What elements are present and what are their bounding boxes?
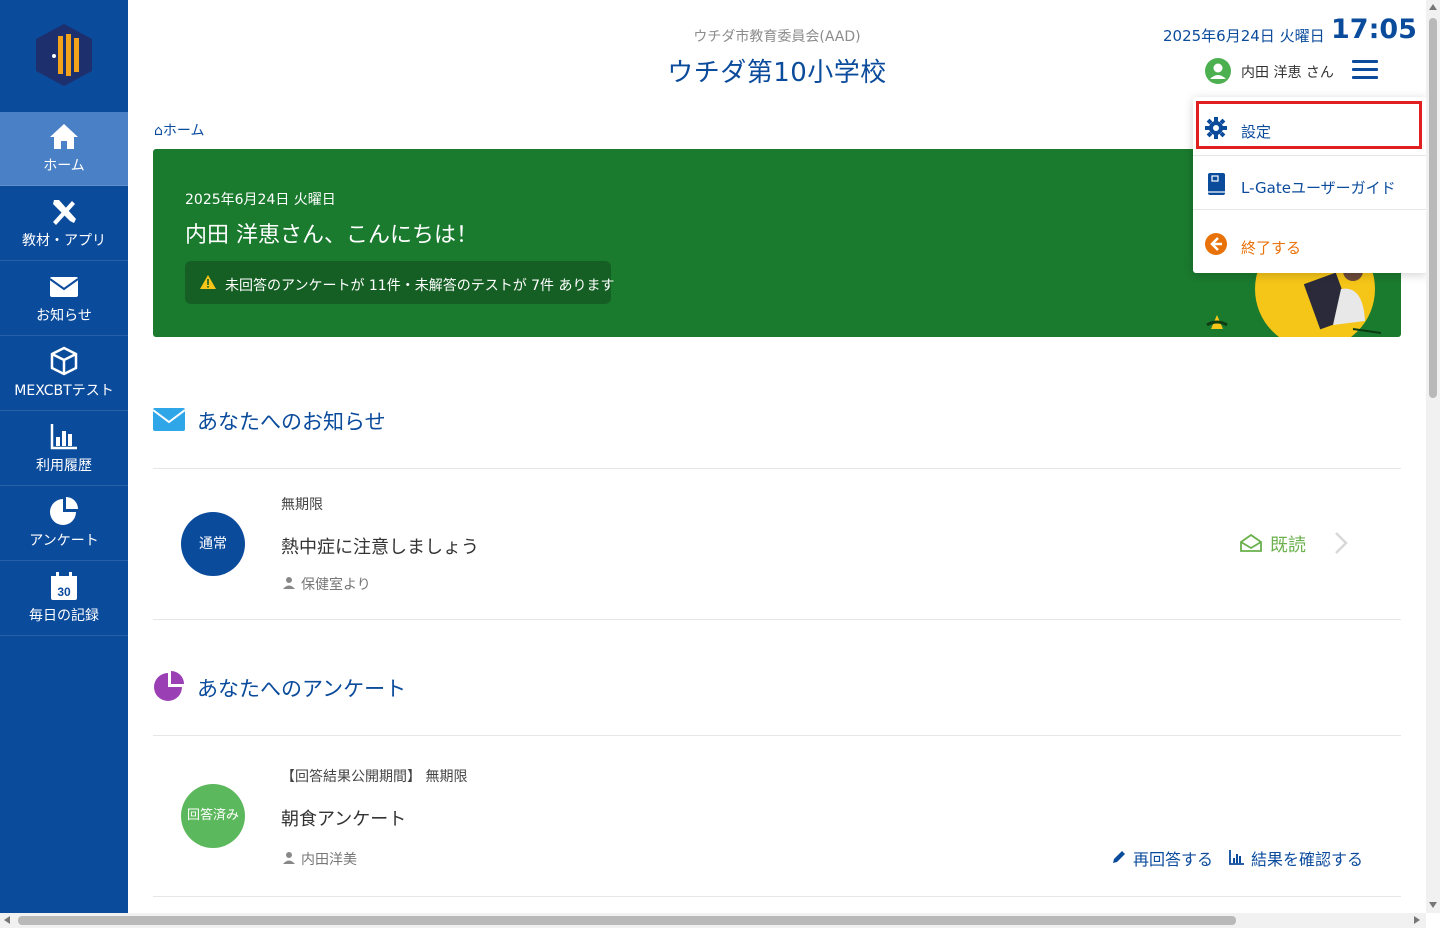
cube-icon: [50, 346, 78, 376]
read-status-text: 既読: [1270, 535, 1306, 556]
hamburger-menu-button[interactable]: [1352, 60, 1378, 82]
home-icon: [50, 124, 78, 149]
book-icon: [1208, 173, 1225, 195]
notice-period: 無期限: [281, 497, 323, 513]
survey-sender: 内田洋美: [283, 849, 357, 869]
warning-icon: [200, 275, 216, 289]
home-icon: ⌂: [154, 123, 163, 139]
menu-icon-bar: [1352, 60, 1378, 63]
horizontal-scrollbar-thumb[interactable]: [18, 916, 1236, 925]
status-badge: 通常: [181, 512, 245, 576]
sidebar-item-label: MEXCBTテスト: [14, 383, 114, 399]
sidebar-item-label: 教材・アプリ: [22, 233, 106, 249]
envelope-icon: [49, 277, 79, 297]
calendar-icon: 30: [51, 572, 77, 600]
user-icon: [1210, 63, 1226, 79]
back-arrow-icon: [1205, 233, 1227, 255]
settings-highlight-box: [1196, 101, 1422, 149]
notice-sender: 保健室より: [283, 574, 371, 594]
menu-icon-bar: [1352, 76, 1378, 79]
vertical-scrollbar-thumb[interactable]: [1429, 18, 1437, 398]
app-logo[interactable]: [34, 22, 94, 88]
app-window: ホーム 教材・アプリ お知らせ MEXCBTテスト 利用履歴 アンケート 30 …: [0, 0, 1440, 928]
person-icon: [283, 852, 295, 864]
banner-greeting: 内田 洋恵さん、こんにちは！: [185, 223, 478, 248]
reanswer-button[interactable]: 再回答する: [1111, 846, 1213, 870]
survey-period: 【回答結果公開期間】 無期限: [281, 769, 468, 785]
sidebar-item-label: ホーム: [43, 158, 85, 174]
divider: [153, 735, 1401, 736]
sidebar-item-label: お知らせ: [36, 308, 92, 324]
pending-alert[interactable]: 未回答のアンケートが 11件・未解答のテストが 7件 あります: [185, 261, 615, 304]
person-icon: [283, 577, 295, 589]
breadcrumb-home[interactable]: ホーム: [163, 123, 205, 139]
pencil-icon: [1113, 851, 1125, 863]
status-badge: 回答済み: [181, 784, 245, 848]
sidebar-item-label: アンケート: [29, 533, 99, 549]
scroll-down-arrow-icon[interactable]: [1429, 902, 1437, 908]
divider: [153, 468, 1401, 469]
open-envelope-icon: [1240, 534, 1262, 552]
calendar-day-text: 30: [57, 585, 71, 599]
scroll-left-arrow-icon[interactable]: [4, 916, 10, 924]
sidebar-item-mexcbt[interactable]: MEXCBTテスト: [0, 337, 128, 411]
sidebar: ホーム 教材・アプリ お知らせ MEXCBTテスト 利用履歴 アンケート 30 …: [0, 0, 128, 913]
header-date: 2025年6月24日 火曜日: [1163, 27, 1325, 45]
menu-item-label: 終了する: [1241, 239, 1302, 257]
sidebar-item-history[interactable]: 利用履歴: [0, 412, 128, 486]
menu-item-logout[interactable]: 終了する: [1193, 217, 1427, 269]
header-time: 17:05: [1331, 14, 1417, 45]
scroll-up-arrow-icon[interactable]: [1429, 4, 1437, 10]
pie-chart-icon: [50, 497, 78, 525]
sidebar-item-label: 毎日の記録: [29, 608, 99, 624]
notice-title[interactable]: 熱中症に注意しましょう: [281, 533, 479, 559]
sidebar-item-daily-record[interactable]: 30 毎日の記録: [0, 562, 128, 636]
sidebar-item-label: 利用履歴: [36, 458, 92, 474]
divider: [153, 896, 1401, 897]
chevron-right-icon[interactable]: [1333, 531, 1349, 555]
sidebar-item-notices[interactable]: お知らせ: [0, 262, 128, 336]
menu-icon-bar: [1352, 68, 1378, 71]
survey-sender-text: 内田洋美: [301, 852, 357, 868]
organization-name: ウチダ市教育委員会(AAD): [693, 29, 861, 45]
view-results-button[interactable]: 結果を確認する: [1229, 846, 1363, 870]
view-results-label: 結果を確認する: [1251, 850, 1364, 869]
bar-chart-icon: [50, 424, 77, 450]
divider: [1193, 209, 1427, 210]
envelope-icon: [153, 408, 185, 431]
pending-alert-text: 未回答のアンケートが 11件・未解答のテストが 7件 あります: [225, 278, 615, 294]
banner-date: 2025年6月24日 火曜日: [185, 192, 336, 208]
divider: [153, 619, 1401, 620]
section-title-notices: あなたへのお知らせ: [197, 410, 386, 434]
menu-item-user-guide[interactable]: L-Gateユーザーガイド: [1193, 157, 1427, 209]
read-status: 既読: [1240, 531, 1306, 557]
survey-title[interactable]: 朝食アンケート: [281, 805, 406, 831]
page-title: ウチダ第10小学校: [667, 58, 887, 88]
sidebar-item-home[interactable]: ホーム: [0, 112, 128, 186]
tools-icon: [53, 200, 76, 225]
sidebar-item-survey[interactable]: アンケート: [0, 487, 128, 561]
avatar[interactable]: [1205, 58, 1231, 84]
scroll-right-arrow-icon[interactable]: [1414, 916, 1420, 924]
user-name[interactable]: 内田 洋恵 さん: [1241, 62, 1334, 82]
reanswer-label: 再回答する: [1133, 850, 1214, 869]
menu-item-label: L-Gateユーザーガイド: [1241, 179, 1396, 197]
bar-chart-icon: [1229, 850, 1244, 865]
sidebar-item-materials[interactable]: 教材・アプリ: [0, 187, 128, 261]
divider: [1193, 155, 1427, 156]
pie-chart-icon: [154, 671, 184, 701]
breadcrumb[interactable]: ⌂ホーム: [154, 120, 204, 140]
notice-sender-text: 保健室より: [301, 577, 371, 593]
section-title-surveys: あなたへのアンケート: [197, 677, 407, 701]
